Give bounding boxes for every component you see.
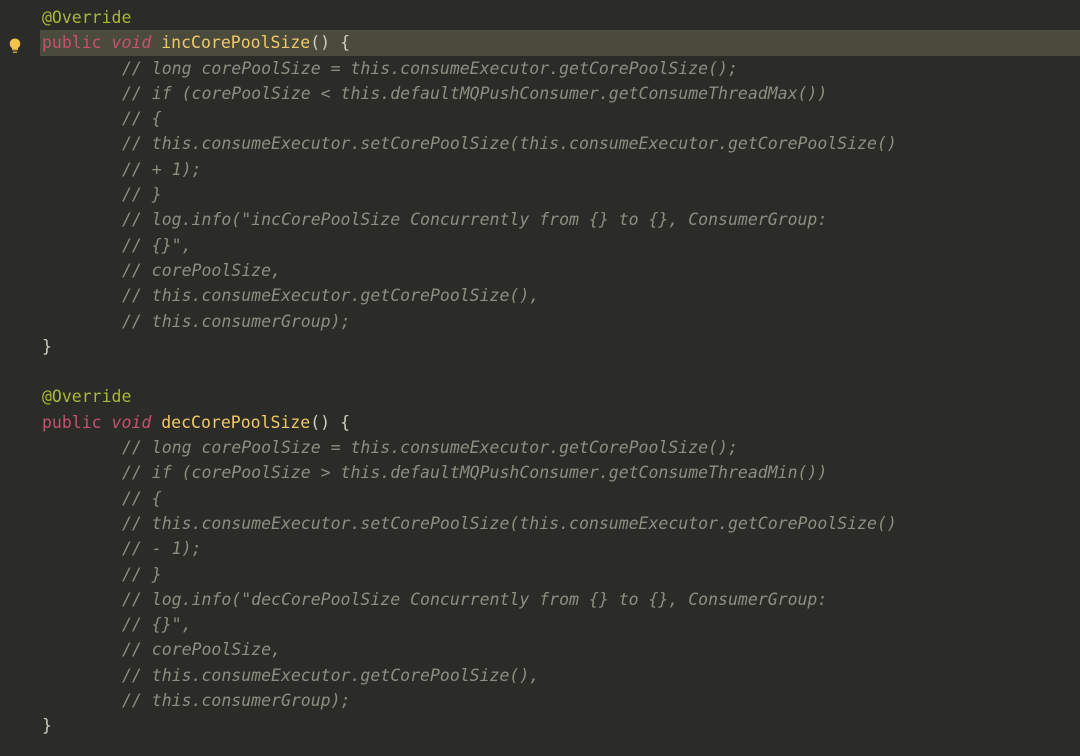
- text-token: [330, 413, 340, 432]
- method-token: decCorePoolSize: [161, 413, 310, 432]
- code-content[interactable]: @Overridepublic void incCorePoolSize() {…: [0, 5, 1080, 739]
- code-line[interactable]: // {}",: [40, 233, 1080, 258]
- comment-token: // if (corePoolSize > this.defaultMQPush…: [122, 463, 827, 482]
- text-token: [151, 413, 161, 432]
- brace-token: {: [340, 413, 350, 432]
- brace-token: }: [42, 337, 52, 356]
- code-line[interactable]: // this.consumerGroup);: [40, 309, 1080, 334]
- comment-token: // this.consumeExecutor.setCorePoolSize(…: [122, 514, 897, 533]
- comment-token: // {: [122, 489, 162, 508]
- type-token: void: [112, 413, 152, 432]
- type-token: void: [112, 33, 152, 52]
- text-token: [151, 33, 161, 52]
- code-line[interactable]: [40, 359, 1080, 384]
- comment-token: // log.info("incCorePoolSize Concurrentl…: [122, 210, 827, 229]
- comment-token: // + 1);: [122, 160, 201, 179]
- code-line[interactable]: // corePoolSize,: [40, 258, 1080, 283]
- code-line[interactable]: // - 1);: [40, 536, 1080, 561]
- code-line[interactable]: // this.consumeExecutor.getCorePoolSize(…: [40, 283, 1080, 308]
- comment-token: // log.info("decCorePoolSize Concurrentl…: [122, 590, 827, 609]
- brace-token: {: [340, 33, 350, 52]
- comment-token: // {: [122, 109, 162, 128]
- code-line[interactable]: // {}",: [40, 612, 1080, 637]
- code-line[interactable]: // log.info("decCorePoolSize Concurrentl…: [40, 587, 1080, 612]
- editor-gutter: [0, 0, 30, 739]
- code-line[interactable]: public void incCorePoolSize() {: [40, 30, 1080, 55]
- code-line[interactable]: // long corePoolSize = this.consumeExecu…: [40, 56, 1080, 81]
- comment-token: // {}",: [122, 615, 192, 634]
- code-line[interactable]: // + 1);: [40, 157, 1080, 182]
- code-line[interactable]: // this.consumeExecutor.setCorePoolSize(…: [40, 511, 1080, 536]
- comment-token: // this.consumeExecutor.getCorePoolSize(…: [122, 286, 539, 305]
- code-line[interactable]: // this.consumerGroup);: [40, 688, 1080, 713]
- text-token: [330, 33, 340, 52]
- code-line[interactable]: // if (corePoolSize > this.defaultMQPush…: [40, 460, 1080, 485]
- comment-token: // long corePoolSize = this.consumeExecu…: [122, 438, 738, 457]
- code-line[interactable]: // this.consumeExecutor.getCorePoolSize(…: [40, 663, 1080, 688]
- code-line[interactable]: // corePoolSize,: [40, 637, 1080, 662]
- brace-token: }: [42, 716, 52, 735]
- paren-token: (): [310, 413, 330, 432]
- keyword-token: public: [42, 33, 102, 52]
- comment-token: // {}",: [122, 236, 192, 255]
- text-token: [102, 413, 112, 432]
- code-line[interactable]: // {: [40, 106, 1080, 131]
- comment-token: // corePoolSize,: [122, 640, 281, 659]
- code-line[interactable]: // }: [40, 562, 1080, 587]
- paren-token: (): [310, 33, 330, 52]
- lightbulb-icon[interactable]: [6, 37, 24, 62]
- code-line[interactable]: }: [40, 713, 1080, 738]
- comment-token: // corePoolSize,: [122, 261, 281, 280]
- code-line[interactable]: public void decCorePoolSize() {: [40, 410, 1080, 435]
- code-editor[interactable]: @Overridepublic void incCorePoolSize() {…: [0, 0, 1080, 739]
- code-line[interactable]: @Override: [40, 384, 1080, 409]
- comment-token: // }: [122, 565, 162, 584]
- comment-token: // this.consumerGroup);: [122, 691, 350, 710]
- comment-token: // this.consumeExecutor.setCorePoolSize(…: [122, 134, 897, 153]
- code-line[interactable]: @Override: [40, 5, 1080, 30]
- code-line[interactable]: }: [40, 334, 1080, 359]
- code-line[interactable]: // long corePoolSize = this.consumeExecu…: [40, 435, 1080, 460]
- comment-token: // this.consumeExecutor.getCorePoolSize(…: [122, 666, 539, 685]
- method-token: incCorePoolSize: [161, 33, 310, 52]
- comment-token: // }: [122, 185, 162, 204]
- code-line[interactable]: // log.info("incCorePoolSize Concurrentl…: [40, 207, 1080, 232]
- code-line[interactable]: // if (corePoolSize < this.defaultMQPush…: [40, 81, 1080, 106]
- comment-token: // long corePoolSize = this.consumeExecu…: [122, 59, 738, 78]
- code-line[interactable]: // this.consumeExecutor.setCorePoolSize(…: [40, 131, 1080, 156]
- keyword-token: public: [42, 413, 102, 432]
- annotation-token: @Override: [42, 8, 131, 27]
- code-line[interactable]: // {: [40, 486, 1080, 511]
- annotation-token: @Override: [42, 387, 131, 406]
- text-token: [102, 33, 112, 52]
- comment-token: // this.consumerGroup);: [122, 312, 350, 331]
- code-line[interactable]: // }: [40, 182, 1080, 207]
- comment-token: // - 1);: [122, 539, 201, 558]
- comment-token: // if (corePoolSize < this.defaultMQPush…: [122, 84, 827, 103]
